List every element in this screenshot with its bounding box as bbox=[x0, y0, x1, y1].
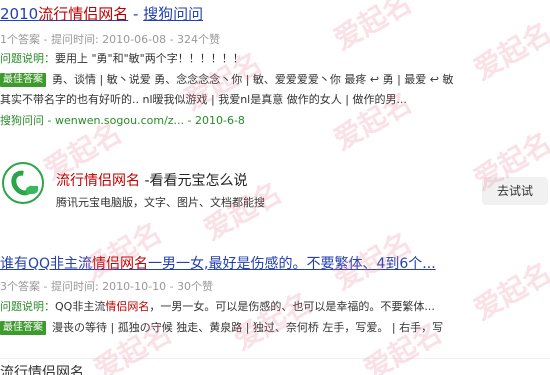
result-1-best-answer: 最佳答案 勇、谈情 | 敏丶说爱 勇、念念念念丶你 | 敏、爱爱爱爱丶你 最疼 ↩… bbox=[0, 71, 550, 111]
best-answer-badge: 最佳答案 bbox=[0, 73, 46, 87]
result-1-best-line2: 其实不带名字的也有好听的.. nl暧我似游戏 | 我爱nl是真意 做作的女人 |… bbox=[0, 93, 407, 106]
result-2-question-label: 问题说明： bbox=[0, 300, 55, 313]
result-2-best-answer: 最佳答案 漫丧の等待 | 孤独の守候 独走、黄泉路 | 独过、奈何桥 左手，写爱。… bbox=[0, 320, 443, 336]
result-2-best-text: 漫丧の等待 | 孤独の守候 独走、黄泉路 | 独过、奈何桥 左手，写爱。 | 右… bbox=[52, 321, 444, 334]
result-1-title-sep: - bbox=[128, 5, 144, 23]
result-2-title-a[interactable]: 谁有QQ非主流 bbox=[0, 256, 92, 272]
result-2-question: 问题说明：QQ非主流情侣网名，一男一女。可以是伤感的、也可以是幸福的。不要繁体.… bbox=[0, 299, 435, 315]
result-1-title-link[interactable]: 2010流行情侣网名 - 搜狗问问 bbox=[0, 4, 550, 24]
logo-swirl bbox=[6, 166, 40, 200]
result-1-source-link[interactable]: 搜狗问问 - wenwen.sogou.com/z... - 2010-6-8 bbox=[0, 113, 245, 129]
search-result-3: 流行情侣网名 bbox=[0, 362, 550, 375]
result-3-title-link[interactable]: 流行情侣网名 bbox=[0, 364, 84, 375]
result-2-question-a: QQ非主流 bbox=[55, 300, 106, 313]
try-button[interactable]: 去试试 bbox=[482, 177, 548, 205]
result-2-question-b: ，一男一女。可以是伤感的、也可以是幸福的。不要繁体... bbox=[149, 300, 435, 313]
result-1-question-label: 问题说明： bbox=[0, 52, 55, 65]
card-subtitle: 腾讯元宝电脑版，文字、图片、文档都能搜 bbox=[56, 196, 265, 209]
logo-leaf bbox=[26, 186, 38, 194]
search-result-1: 2010流行情侣网名 - 搜狗问问 1个答案 - 提问时间: 2010-06-0… bbox=[0, 0, 550, 130]
result-1-best-line1: 勇、谈情 | 敏丶说爱 勇、念念念念丶你 | 敏、爱爱爱爱丶你 最疼 ↩︎ 勇 … bbox=[52, 73, 454, 86]
divider bbox=[0, 358, 550, 359]
result-2-question-keyword: 情侣网名 bbox=[105, 300, 150, 313]
result-1-meta: 1个答案 - 提问时间: 2010-06-08 - 324个赞 bbox=[0, 33, 221, 46]
search-result-2: 谁有QQ非主流情侣网名一男一女,最好是伤感的。不要繁体、4到6个... 3个答案… bbox=[0, 248, 550, 348]
result-2-title-keyword[interactable]: 情侣网名 bbox=[92, 256, 148, 272]
best-answer-badge: 最佳答案 bbox=[0, 321, 46, 335]
result-1-title-keyword[interactable]: 流行情侣网名 bbox=[38, 5, 128, 23]
card-title-link[interactable]: 流行情侣网名 -看看元宝怎么说 bbox=[56, 172, 248, 190]
result-2-meta: 3个答案 - 提问时间: 2010-10-10 - 30个赞 bbox=[0, 280, 214, 293]
yuanbao-logo-icon bbox=[2, 162, 44, 204]
result-2-title-b[interactable]: 一男一女,最好是伤感的。不要繁体、4到6个... bbox=[148, 256, 436, 272]
yuanbao-card: 流行情侣网名 -看看元宝怎么说 腾讯元宝电脑版，文字、图片、文档都能搜 去试试 bbox=[0, 160, 550, 216]
result-1-question-text: 要用上 "勇"和"敏"两个字！！！！！！ bbox=[55, 52, 244, 65]
search-results-page: 2010流行情侣网名 - 搜狗问问 1个答案 - 提问时间: 2010-06-0… bbox=[0, 0, 550, 375]
result-2-title-link[interactable]: 谁有QQ非主流情侣网名一男一女,最好是伤感的。不要繁体、4到6个... bbox=[0, 254, 436, 274]
result-1-title-site[interactable]: 搜狗问问 bbox=[143, 5, 203, 23]
result-1-title-year[interactable]: 2010 bbox=[0, 5, 38, 23]
result-1-question: 问题说明：要用上 "勇"和"敏"两个字！！！！！！ bbox=[0, 51, 244, 67]
card-title-keyword[interactable]: 流行情侣网名 bbox=[56, 173, 140, 189]
card-title-rest[interactable]: -看看元宝怎么说 bbox=[140, 173, 247, 189]
